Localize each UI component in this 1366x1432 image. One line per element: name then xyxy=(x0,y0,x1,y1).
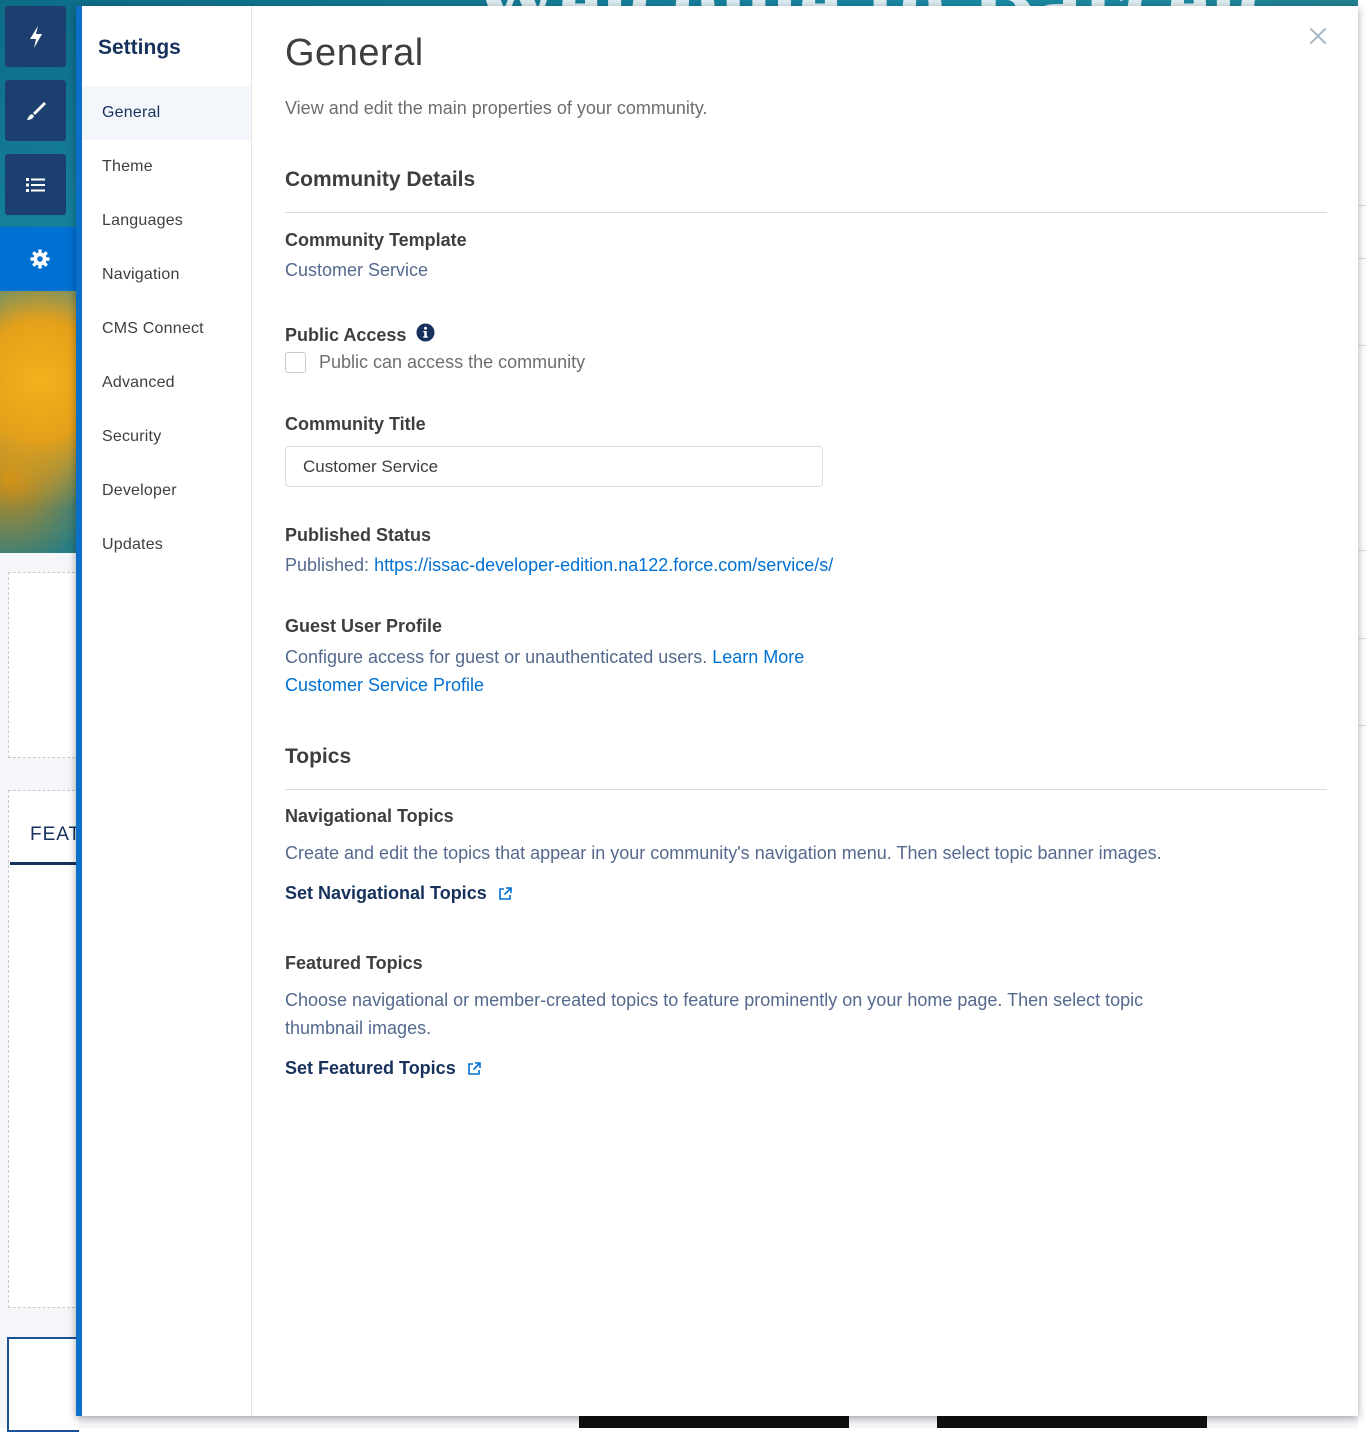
set-navigational-topics-label: Set Navigational Topics xyxy=(285,883,487,903)
public-access-checkbox-label: Public can access the community xyxy=(319,352,586,372)
set-featured-topics-link[interactable]: Set Featured Topics xyxy=(285,1058,482,1079)
nav-item-security[interactable]: Security xyxy=(82,410,251,464)
divider xyxy=(1358,550,1366,551)
lightning-button[interactable] xyxy=(5,6,66,67)
customer-service-profile-link[interactable]: Customer Service Profile xyxy=(285,675,484,695)
published-url-link[interactable]: https://issac-developer-edition.na122.fo… xyxy=(374,555,833,575)
community-title-input[interactable] xyxy=(285,446,823,487)
canvas-component-box xyxy=(8,572,80,758)
nav-item-theme[interactable]: Theme xyxy=(82,140,251,194)
published-status-row: Published: https://issac-developer-editi… xyxy=(285,555,833,576)
featured-tab-underline xyxy=(10,862,78,865)
settings-title: Settings xyxy=(98,36,181,59)
canvas-footer-bar xyxy=(937,1416,1207,1428)
lightning-icon xyxy=(29,25,42,48)
nav-item-cms-connect[interactable]: CMS Connect xyxy=(82,302,251,356)
public-access-label-row: Public Access xyxy=(285,323,435,347)
set-navigational-topics-link[interactable]: Set Navigational Topics xyxy=(285,883,513,904)
featured-topics-label: Featured Topics xyxy=(285,953,423,973)
guest-user-profile-label: Guest User Profile xyxy=(285,616,443,636)
settings-nav-list: General Theme Languages Navigation CMS C… xyxy=(82,86,251,572)
section-divider xyxy=(285,212,1327,213)
builder-toolbar xyxy=(0,0,80,291)
nav-item-languages[interactable]: Languages xyxy=(82,194,251,248)
external-link-icon xyxy=(498,886,512,900)
divider xyxy=(1358,638,1366,639)
learn-more-link[interactable]: Learn More xyxy=(712,647,804,667)
published-status-label: Published Status xyxy=(285,525,432,545)
divider xyxy=(1358,205,1366,206)
settings-modal: Settings General Theme Languages Navigat… xyxy=(76,6,1358,1416)
public-access-checkbox[interactable] xyxy=(285,352,306,373)
community-details-heading: Community Details xyxy=(285,168,476,191)
settings-button[interactable] xyxy=(0,227,80,291)
nav-item-updates[interactable]: Updates xyxy=(82,518,251,572)
nav-item-general[interactable]: General xyxy=(82,86,251,140)
featured-topics-text-line1: Choose navigational or member-created to… xyxy=(285,990,1144,1010)
community-template-value: Customer Service xyxy=(285,260,429,280)
pages-button[interactable] xyxy=(5,154,66,215)
featured-tab-label: FEAT xyxy=(30,824,82,845)
settings-sidebar: Settings General Theme Languages Navigat… xyxy=(82,6,252,1416)
nav-item-developer[interactable]: Developer xyxy=(82,464,251,518)
canvas-footer-bar xyxy=(579,1416,849,1428)
divider xyxy=(1358,725,1366,726)
public-access-row: Public can access the community xyxy=(285,352,585,373)
external-link-icon xyxy=(467,1061,481,1075)
public-access-label: Public Access xyxy=(285,324,407,345)
community-template-label: Community Template xyxy=(285,230,467,250)
list-icon xyxy=(25,177,45,192)
topics-heading: Topics xyxy=(285,745,352,768)
page-description: View and edit the main properties of you… xyxy=(285,98,708,118)
featured-topics-description: Choose navigational or member-created to… xyxy=(285,986,1143,1042)
gear-icon xyxy=(30,249,50,269)
navigational-topics-description: Create and edit the topics that appear i… xyxy=(285,843,1162,863)
canvas-right-edge xyxy=(1358,0,1366,1428)
divider xyxy=(1358,345,1366,346)
community-title-label: Community Title xyxy=(285,414,426,434)
set-featured-topics-label: Set Featured Topics xyxy=(285,1058,456,1078)
theme-button[interactable] xyxy=(5,80,66,141)
featured-topics-text-line2: thumbnail images. xyxy=(285,1018,432,1038)
published-prefix: Published: xyxy=(285,555,375,575)
navigational-topics-label: Navigational Topics xyxy=(285,806,454,826)
guest-user-text-row: Configure access for guest or unauthenti… xyxy=(285,643,804,699)
divider xyxy=(1358,258,1366,259)
nav-item-advanced[interactable]: Advanced xyxy=(82,356,251,410)
nav-item-navigation[interactable]: Navigation xyxy=(82,248,251,302)
info-icon[interactable] xyxy=(416,323,435,347)
canvas-selected-box xyxy=(7,1337,79,1432)
brush-icon xyxy=(26,101,46,120)
section-divider xyxy=(285,789,1327,790)
page-title: General xyxy=(285,32,424,74)
close-icon xyxy=(1310,28,1326,44)
canvas-component-box xyxy=(8,790,80,1308)
close-button[interactable] xyxy=(1306,24,1330,48)
guest-user-description: Configure access for guest or unauthenti… xyxy=(285,647,713,667)
